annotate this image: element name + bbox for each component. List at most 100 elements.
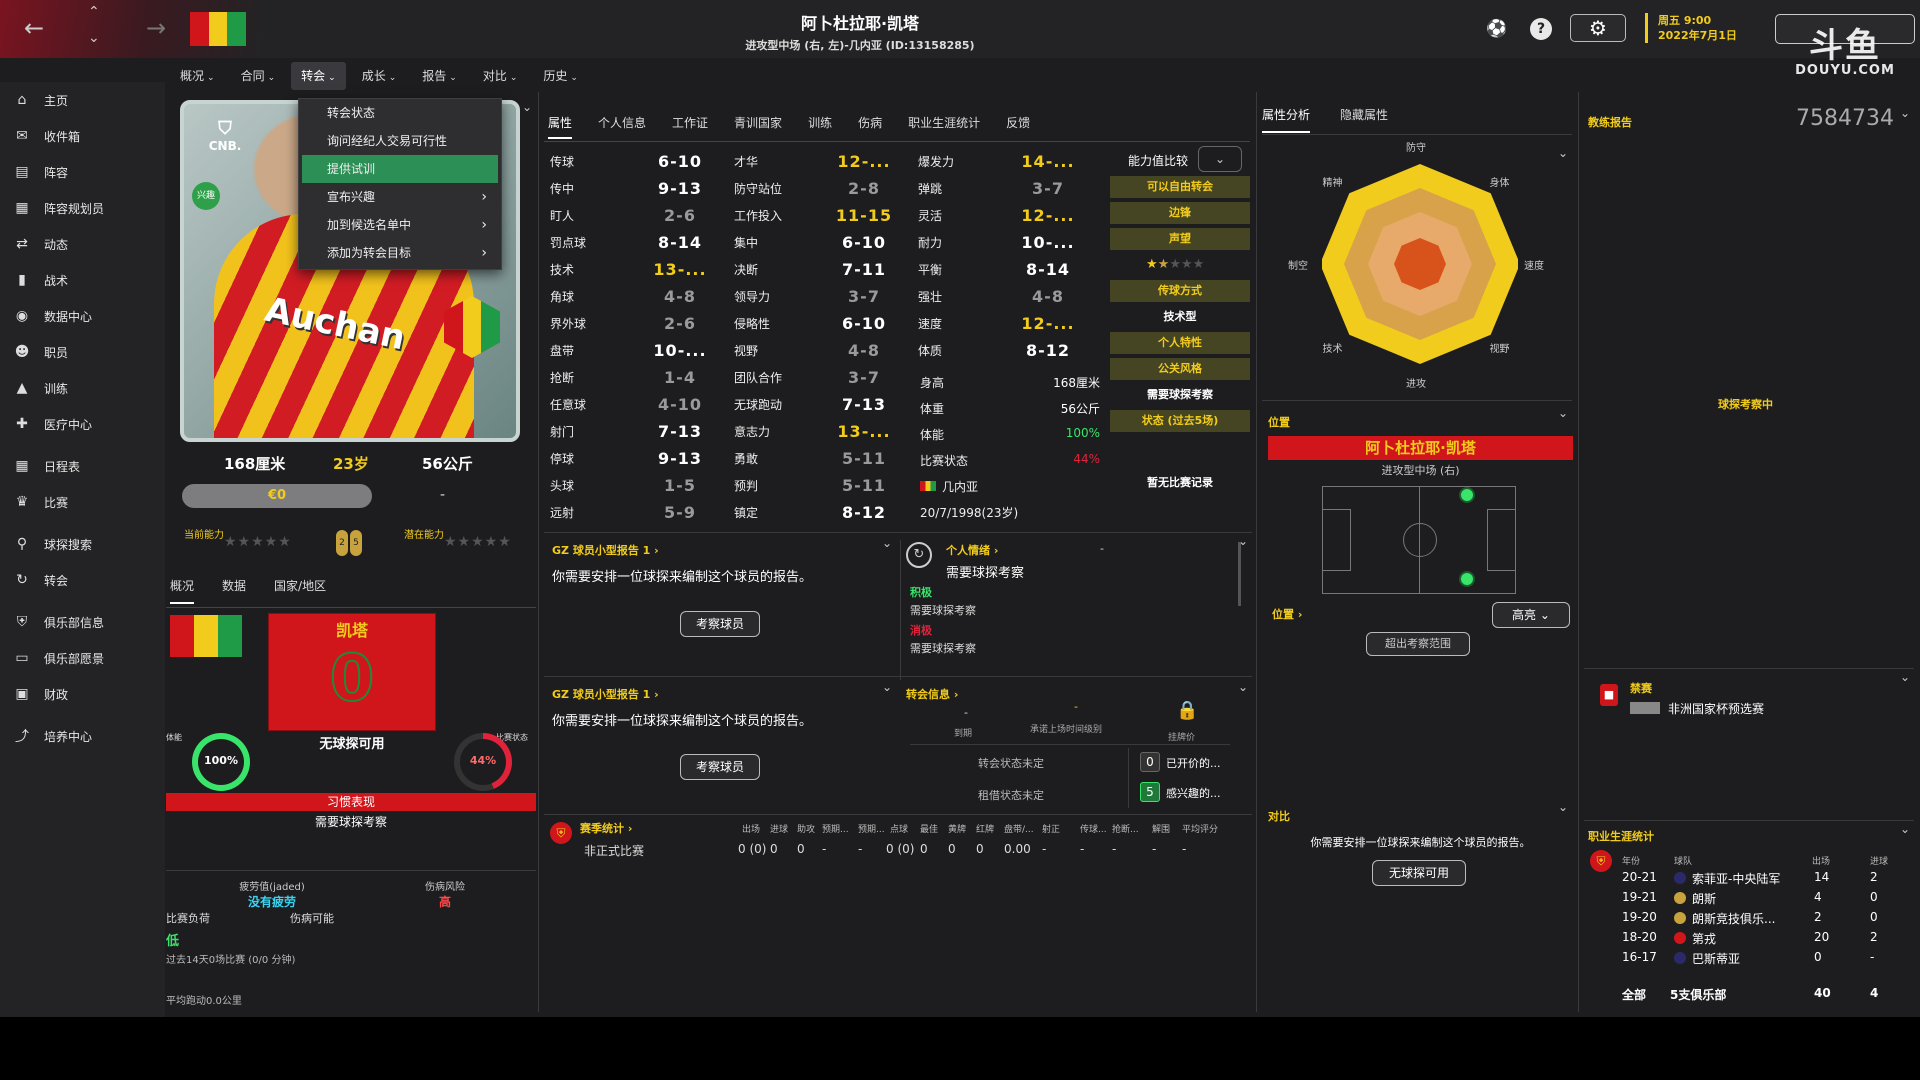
sidebar-item-17[interactable]: ⤴ 培养中心 [0,718,165,754]
attribute-row[interactable]: 视野 4-8 [734,337,904,364]
attribute-row[interactable]: 射门 7-13 [550,418,720,445]
trait-1[interactable]: 边锋 [1110,202,1250,224]
attribute-row[interactable]: 平衡 8-14 [918,256,1088,283]
career-row[interactable]: 16-17 巴斯蒂亚 0 - [1622,950,1912,970]
attr-tab-3[interactable]: 青训国家 [734,114,782,139]
sidebar-item-4[interactable]: ⇄ 动态 [0,226,165,262]
sidebar-item-11[interactable]: ♛ 比赛 [0,484,165,520]
dropdown-item-0[interactable]: 转会状态 [299,99,501,127]
report2-chevron-icon[interactable]: ⌄ [882,680,892,694]
sidebar-item-14[interactable]: ⛨ 俱乐部信息 [0,604,165,640]
sidebar-item-3[interactable]: ▦ 阵容规划员 [0,190,165,226]
football-icon[interactable]: ⚽ [1486,18,1508,40]
menu-1[interactable]: 合同 ⌄ [231,62,286,90]
position-link[interactable]: 位置 › [1272,606,1302,622]
menu-0[interactable]: 概况 ⌄ [170,62,225,90]
report2-title[interactable]: GZ 球员小型报告 1 › [552,686,659,702]
attribute-row[interactable]: 弹跳 3-7 [918,175,1088,202]
menu-6[interactable]: 历史 ⌄ [533,62,588,90]
attr-tab-4[interactable]: 训练 [808,114,832,139]
attribute-row[interactable]: 头球 1-5 [550,472,720,499]
attribute-row[interactable]: 任意球 4-10 [550,391,720,418]
attribute-row[interactable]: 盘带 10-... [550,337,720,364]
highlight-select[interactable]: 高亮 ⌄ [1492,602,1570,628]
analysis-tab-0[interactable]: 属性分析 [1262,106,1311,133]
left-subtab-2[interactable]: 国家/地区 [274,577,326,604]
career-chevron-icon[interactable]: ⌄ [1900,822,1910,836]
dropdown-item-5[interactable]: 添加为转会目标 › [299,239,501,267]
trait-7[interactable]: 公关风格 [1110,358,1250,380]
sidebar-item-9[interactable]: ✚ 医疗中心 [0,406,165,442]
mood-scrollbar[interactable] [1238,542,1241,606]
offers-label[interactable]: 已开价的... [1166,755,1221,771]
attribute-row[interactable]: 勇敢 5-11 [734,445,904,472]
attribute-row[interactable]: 领导力 3-7 [734,283,904,310]
forward-arrow-icon[interactable]: → [146,14,166,42]
interested-label[interactable]: 感兴趣的... [1166,785,1221,801]
sidebar-item-12[interactable]: ⚲ 球探搜索 [0,526,165,562]
career-row[interactable]: 20-21 索菲亚-中央陆军 14 2 [1622,870,1912,890]
ban-chevron-icon[interactable]: ⌄ [1900,670,1910,684]
career-row[interactable]: 19-20 朗斯竞技俱乐... 2 0 [1622,910,1912,930]
analysis-tab-1[interactable]: 隐藏属性 [1340,106,1388,133]
transfer-info-title[interactable]: 转会信息 › [906,686,958,702]
trait-6[interactable]: 个人特性 [1110,332,1250,354]
down-arrow-icon[interactable]: ⌄ [88,30,100,46]
attribute-row[interactable]: 才华 12-... [734,148,904,175]
sidebar-item-8[interactable]: ▲ 训练 [0,370,165,406]
back-arrow-icon[interactable]: ← [24,14,44,42]
out-of-range-button[interactable]: 超出考察范围 [1366,632,1470,656]
mood-refresh-icon[interactable]: ↻ [906,542,932,568]
transfer-chevron-icon[interactable]: ⌄ [1238,680,1248,694]
attribute-row[interactable]: 体质 8-12 [918,337,1088,364]
attribute-row[interactable]: 强壮 4-8 [918,283,1088,310]
attribute-row[interactable]: 停球 9-13 [550,445,720,472]
sidebar-item-15[interactable]: ▭ 俱乐部愿景 [0,640,165,676]
attr-tab-1[interactable]: 个人信息 [598,114,646,139]
attribute-row[interactable]: 集中 6-10 [734,229,904,256]
attribute-row[interactable]: 团队合作 3-7 [734,364,904,391]
attribute-row[interactable]: 界外球 2-6 [550,310,720,337]
sidebar-item-6[interactable]: ◉ 数据中心 [0,298,165,334]
help-icon[interactable]: ? [1530,18,1552,40]
compare-chevron-icon[interactable]: ⌄ [1558,800,1568,814]
card-chevron-icon[interactable]: ⌄ [522,100,532,114]
radar-chevron-icon[interactable]: ⌄ [1558,146,1568,160]
left-subtab-1[interactable]: 数据 [222,577,246,604]
menu-3[interactable]: 成长 ⌄ [352,62,407,90]
trait-0[interactable]: 可以自由转会 [1110,176,1250,198]
report1-title[interactable]: GZ 球员小型报告 1 › [552,542,659,558]
sidebar-item-7[interactable]: ☻ 职员 [0,334,165,370]
left-subtab-0[interactable]: 概况 [170,577,195,604]
trait-9[interactable]: 状态 (过去5场) [1110,410,1250,432]
menu-4[interactable]: 报告 ⌄ [412,62,467,90]
trait-4[interactable]: 传球方式 [1110,280,1250,302]
career-row[interactable]: 19-21 朗斯 4 0 [1622,890,1912,910]
attribute-row[interactable]: 速度 12-... [918,310,1088,337]
attribute-row[interactable]: 罚点球 8-14 [550,229,720,256]
attribute-row[interactable]: 防守站位 2-8 [734,175,904,202]
scout-player-button-2[interactable]: 考察球员 [680,754,760,780]
sidebar-item-10[interactable]: ▦ 日程表 [0,448,165,484]
attribute-row[interactable]: 角球 4-8 [550,283,720,310]
attribute-row[interactable]: 抢断 1-4 [550,364,720,391]
sidebar-item-2[interactable]: ▤ 阵容 [0,154,165,190]
attribute-row[interactable]: 耐力 10-... [918,229,1088,256]
dropdown-item-4[interactable]: 加到候选名单中 › [299,211,501,239]
scout-player-button-1[interactable]: 考察球员 [680,611,760,637]
sidebar-item-1[interactable]: ✉ 收件箱 [0,118,165,154]
no-scout-button[interactable]: 无球探可用 [1372,860,1466,886]
sidebar-item-5[interactable]: ▮ 战术 [0,262,165,298]
sidebar-item-16[interactable]: ▣ 财政 [0,676,165,712]
menu-5[interactable]: 对比 ⌄ [473,62,528,90]
attr-tab-7[interactable]: 反馈 [1006,114,1030,139]
dropdown-item-1[interactable]: 询问经纪人交易可行性 [299,127,501,155]
trait-2[interactable]: 声望 [1110,228,1250,250]
attr-tab-6[interactable]: 职业生涯统计 [908,114,980,139]
attribute-row[interactable]: 灵活 12-... [918,202,1088,229]
settings-button[interactable]: ⚙ [1570,14,1626,42]
position-chevron-icon[interactable]: ⌄ [1558,406,1568,420]
sidebar-item-13[interactable]: ↻ 转会 [0,562,165,598]
report1-chevron-icon[interactable]: ⌄ [882,536,892,550]
attribute-row[interactable]: 远射 5-9 [550,499,720,526]
